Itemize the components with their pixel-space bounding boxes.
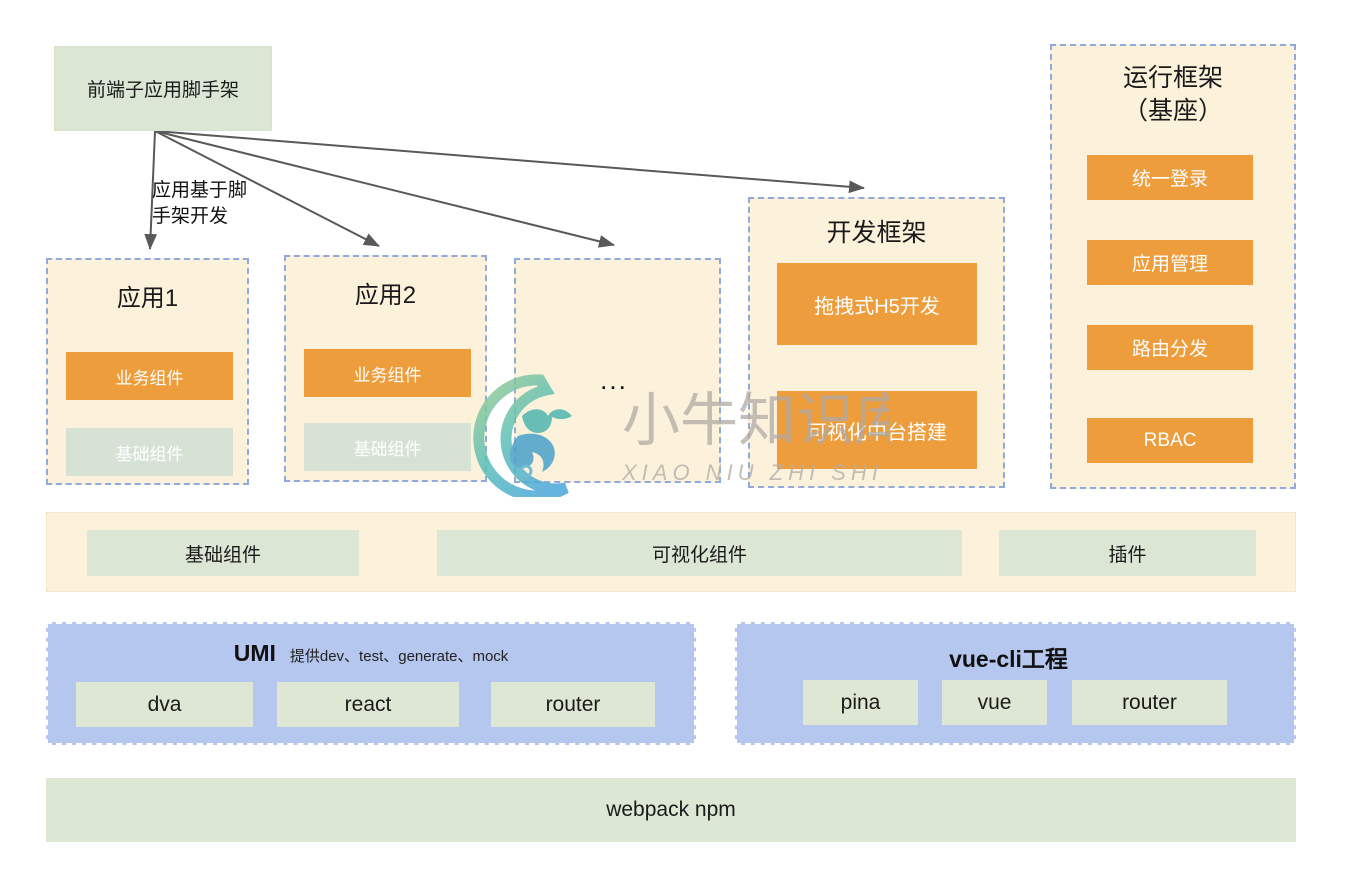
umi-chip-router: router xyxy=(491,682,655,727)
dev-framework-title: 开发框架 xyxy=(826,219,927,247)
vuecli-chip-pina: pina xyxy=(803,680,918,725)
app-card-1: 应用1 业务组件 基础组件 xyxy=(46,258,249,485)
dev-framework-card: 开发框架 拖拽式H5开发 可视化中台搭建 xyxy=(748,197,1005,488)
app-card-title: 应用1 xyxy=(116,285,179,312)
bottom-bar-label: webpack npm xyxy=(606,798,736,821)
scaffold-label: 前端子应用脚手架 xyxy=(86,80,239,101)
umi-chip-react: react xyxy=(277,682,459,727)
component-chip-visual: 可视化组件 xyxy=(437,530,962,576)
app1-chip-business: 业务组件 xyxy=(66,352,233,400)
app1-chip-base: 基础组件 xyxy=(66,428,233,476)
umi-title-row: UMI 提供dev、test、generate、mock xyxy=(48,640,694,667)
framework-block-umi: UMI 提供dev、test、generate、mock dva react r… xyxy=(46,622,696,745)
app2-chip-base: 基础组件 xyxy=(304,423,471,471)
scaffold-box: 前端子应用脚手架 xyxy=(54,46,272,131)
runtime-framework-title-line1: 运行框架 xyxy=(1122,64,1223,92)
framework-block-vuecli: vue-cli工程 pina vue router xyxy=(735,622,1296,745)
runtime-chip-login: 统一登录 xyxy=(1087,155,1253,200)
bottom-bar: webpack npm xyxy=(46,778,1296,842)
component-chip-base: 基础组件 xyxy=(87,530,359,576)
umi-chip-dva: dva xyxy=(76,682,253,727)
umi-subtitle: 提供dev、test、generate、mock xyxy=(289,648,509,665)
app-card-title: 应用2 xyxy=(354,282,417,309)
app2-chip-business: 业务组件 xyxy=(304,349,471,397)
umi-title: UMI xyxy=(233,640,276,666)
dev-framework-chip-midplatform: 可视化中台搭建 xyxy=(777,391,977,469)
runtime-chip-app-manage: 应用管理 xyxy=(1087,240,1253,285)
dev-framework-chip-h5: 拖拽式H5开发 xyxy=(777,263,977,345)
arrow-label-line2: 手架开发 xyxy=(152,205,229,227)
components-band: 基础组件 可视化组件 插件 xyxy=(46,512,1296,592)
vuecli-title-row: vue-cli工程 xyxy=(737,640,1294,674)
runtime-chip-rbac: RBAC xyxy=(1087,418,1253,463)
app3-ellipsis-label: ... xyxy=(600,364,628,395)
runtime-framework-card: 运行框架 （基座） 统一登录 应用管理 路由分发 RBAC xyxy=(1050,44,1296,489)
diagram-canvas: 前端子应用脚手架 应用基于脚 手架开发 应用1 业务组件 基础组件 应用2 业务… xyxy=(0,0,1364,877)
component-chip-plugin: 插件 xyxy=(999,530,1256,576)
arrow-label: 应用基于脚 手架开发 xyxy=(152,178,292,229)
runtime-chip-route: 路由分发 xyxy=(1087,325,1253,370)
runtime-framework-title-line2: （基座） xyxy=(1122,97,1223,125)
vuecli-title: vue-cli工程 xyxy=(949,646,1068,672)
runtime-framework-title: 运行框架 （基座） xyxy=(1052,62,1294,128)
vuecli-chip-router: router xyxy=(1072,680,1227,725)
arrow-label-line1: 应用基于脚 xyxy=(152,180,248,201)
app-card-2: 应用2 业务组件 基础组件 xyxy=(284,255,487,482)
vuecli-chip-vue: vue xyxy=(942,680,1047,725)
